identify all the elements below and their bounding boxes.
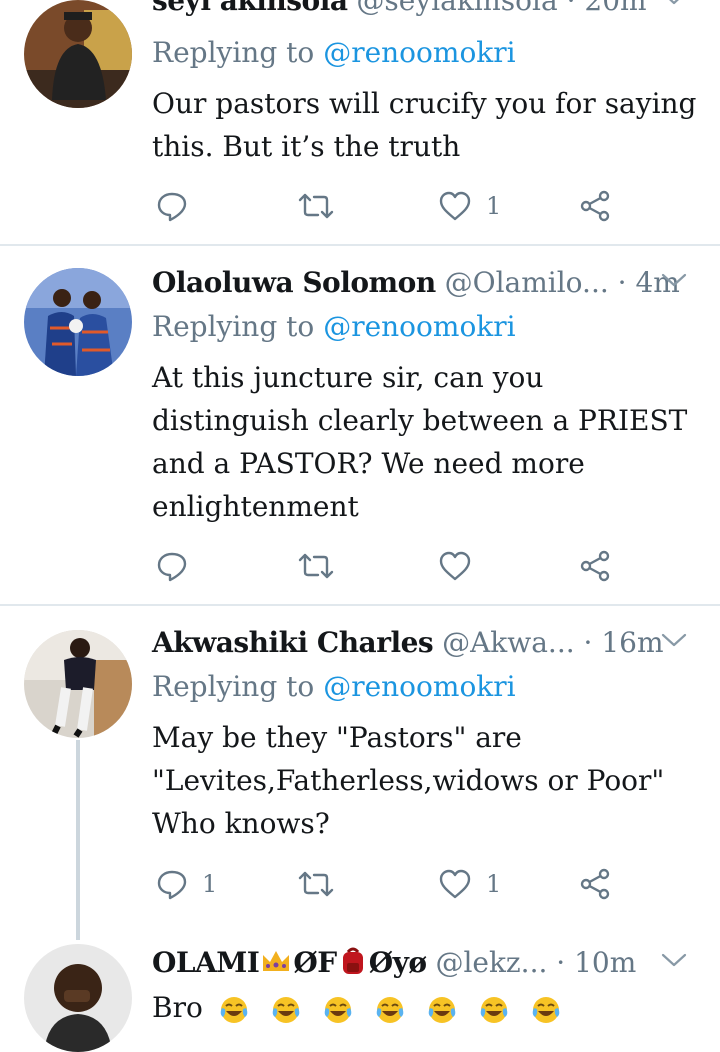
replying-to: Replying to @renoomokri [152,36,516,69]
tweet-actions: 1 1 [152,864,632,904]
replying-to-label: Replying to [152,310,315,343]
tears-of-joy-emoji [427,995,457,1025]
tweet-header: seyi akinsola @seyiakinsola · 20m [152,0,700,28]
display-name-part[interactable]: ØF [293,946,337,979]
mention-link[interactable]: @renoomokri [323,670,515,703]
user-handle[interactable]: @Olamilo... [445,266,609,299]
tweet[interactable]: OLAMI ØF Øyø @lekz... · 10m Bro [0,936,720,1052]
retweet-icon [296,868,336,900]
avatar[interactable] [24,268,132,376]
share-icon [578,190,612,222]
separator-dot: · [566,0,576,17]
display-name-part[interactable]: Øyø [369,946,427,979]
replying-to-label: Replying to [152,36,315,69]
like-count: 1 [486,192,502,220]
chevron-down-icon[interactable] [660,950,688,970]
timestamp[interactable]: 20m [584,0,646,17]
retweet-icon [296,190,336,222]
like-button[interactable]: 1 [438,864,501,904]
display-name[interactable]: Akwashiki Charles [152,626,434,659]
retweet-button[interactable] [296,546,350,586]
like-button[interactable]: 1 [438,186,501,226]
mention-link[interactable]: @renoomokri [323,310,515,343]
chevron-down-icon[interactable] [660,270,688,290]
display-name-part[interactable]: OLAMI [152,946,260,979]
like-button[interactable] [438,546,486,586]
heart-icon [438,550,472,582]
retweet-button[interactable] [296,864,350,904]
separator-dot: · [556,946,566,979]
separator-dot: · [583,626,593,659]
chevron-down-icon[interactable] [660,630,688,650]
tears-of-joy-emoji [271,995,301,1025]
reply-icon [156,550,188,582]
tears-of-joy-emoji [479,995,509,1025]
reply-button[interactable] [156,546,202,586]
chevron-down-icon[interactable] [660,0,688,8]
tweet-text-content: Bro [152,991,203,1024]
user-handle[interactable]: @seyiakinsola [356,0,557,17]
avatar[interactable] [24,630,132,738]
tweet-header: Olaoluwa Solomon @Olamilo... · 4m [152,266,700,310]
reply-count: 1 [202,870,218,898]
tweet-text: Bro [152,986,697,1029]
tweet-text: Our pastors will crucify you for saying … [152,87,697,163]
reply-icon [156,190,188,222]
reply-button[interactable] [156,186,202,226]
retweet-icon [296,550,336,582]
display-name[interactable]: Olaoluwa Solomon [152,266,436,299]
timestamp[interactable]: 10m [574,946,636,979]
share-button[interactable] [578,864,612,904]
tweet[interactable]: seyi akinsola @seyiakinsola · 20m Replyi… [0,0,720,244]
tweet-header: OLAMI ØF Øyø @lekz... · 10m [152,946,700,990]
display-name[interactable]: seyi akinsola [152,0,348,17]
reply-icon [156,868,188,900]
mention-link[interactable]: @renoomokri [323,36,515,69]
timestamp[interactable]: 16m [601,626,663,659]
replying-to: Replying to @renoomokri [152,670,516,703]
user-handle[interactable]: @Akwa... [442,626,575,659]
tears-of-joy-emoji [323,995,353,1025]
tears-of-joy-emoji [219,995,249,1025]
tweet-actions [152,546,632,586]
reply-button[interactable]: 1 [156,864,217,904]
tweet-text: May be they "Pastors" are "Levites,Fathe… [152,721,665,840]
retweet-button[interactable] [296,186,350,226]
heart-icon [438,190,472,222]
user-handle[interactable]: @lekz... [435,946,547,979]
heart-icon [438,868,472,900]
replying-to-label: Replying to [152,670,315,703]
tweet[interactable]: Akwashiki Charles @Akwa... · 16m Replyin… [0,606,720,936]
tweet-actions: 1 [152,186,632,226]
backpack-emoji [338,946,368,983]
replying-to: Replying to @renoomokri [152,310,516,343]
separator-dot: · [617,266,627,299]
tweet-text: At this juncture sir, can you distinguis… [152,361,688,523]
tears-of-joy-emoji [531,995,561,1025]
crown-emoji [260,947,292,982]
share-icon [578,550,612,582]
tweet-header: Akwashiki Charles @Akwa... · 16m [152,626,700,670]
like-count: 1 [486,870,502,898]
avatar[interactable] [24,0,132,108]
tweet[interactable]: Olaoluwa Solomon @Olamilo... · 4m Replyi… [0,246,720,604]
share-icon [578,868,612,900]
share-button[interactable] [578,546,612,586]
share-button[interactable] [578,186,612,226]
avatar[interactable] [24,944,132,1052]
tears-of-joy-emoji [375,995,405,1025]
